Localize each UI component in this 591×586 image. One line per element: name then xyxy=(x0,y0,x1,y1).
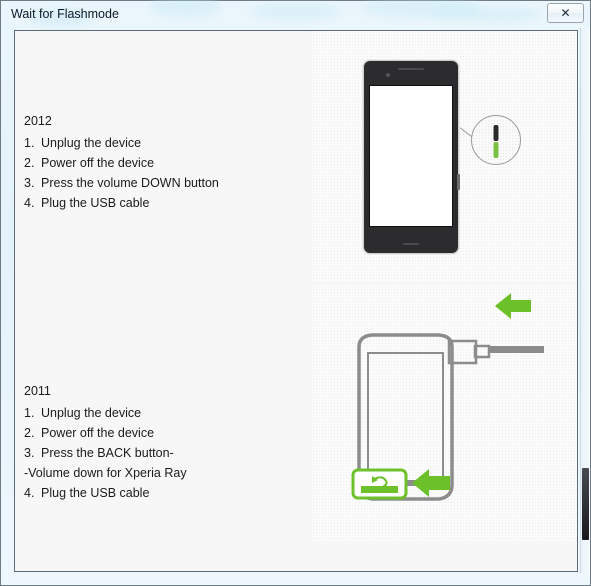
instructions-2011: 2011 1. Unplug the device 2. Power off the… xyxy=(24,381,187,503)
step-text: Plug the USB cable xyxy=(41,196,150,210)
list-item: 2. Power off the device xyxy=(24,423,187,443)
list-item: 1. Unplug the device xyxy=(24,133,219,153)
illustration-2012-volume-down xyxy=(312,31,577,281)
volume-rocker-key xyxy=(457,174,460,190)
phone-usb-back-diagram xyxy=(351,293,544,501)
usb-cable-icon xyxy=(447,339,544,365)
step-number: 1. xyxy=(24,136,35,150)
instructions-2012: 2012 1. Unplug the device 2. Power off the… xyxy=(24,111,219,213)
title-bar: Wait for Flashmode ✕ xyxy=(1,0,591,28)
step-text: Plug the USB cable xyxy=(41,486,150,500)
year-label-2011: 2011 xyxy=(24,384,51,398)
list-item: 3. Press the BACK button- xyxy=(24,443,187,463)
list-item: 2. Power off the device xyxy=(24,153,219,173)
step-number: 3. xyxy=(24,176,35,190)
arrow-left-usb-icon xyxy=(495,293,531,319)
volume-down-segment-icon xyxy=(493,142,499,158)
close-button[interactable]: ✕ xyxy=(547,3,584,23)
step-text: Unplug the device xyxy=(41,406,142,420)
steps-list-2011: 1. Unplug the device 2. Power off the devi… xyxy=(24,403,187,503)
step-number: 3. xyxy=(24,446,35,460)
phone-device-illustration xyxy=(363,60,460,254)
scrollbar-thumb[interactable] xyxy=(582,468,589,540)
vertical-scrollbar[interactable] xyxy=(580,28,590,573)
phone-bottom-marking xyxy=(403,243,419,245)
year-label-2012: 2012 xyxy=(24,114,52,128)
step-number: 2. xyxy=(24,426,35,440)
list-item: 3. Press the volume DOWN button xyxy=(24,173,219,193)
illustration-2011-back-button xyxy=(312,285,577,541)
back-button-callout xyxy=(351,468,408,500)
step-note: -Volume down for Xperia Ray xyxy=(24,466,187,480)
step-number: 4. xyxy=(24,486,35,500)
step-text: Press the BACK button- xyxy=(41,446,174,460)
earpiece-speaker-icon xyxy=(398,68,424,70)
arrow-left-back-button-icon xyxy=(412,469,450,497)
content-panel: 2012 1. Unplug the device 2. Power off the… xyxy=(14,30,578,572)
phone-screen xyxy=(369,85,453,227)
close-icon: ✕ xyxy=(560,6,571,20)
volume-key-magnifier xyxy=(471,115,521,165)
front-camera-icon xyxy=(386,73,390,77)
list-item: 4. Plug the USB cable xyxy=(24,483,187,503)
dialog-window: Wait for Flashmode ✕ 2012 1. Unplug the d… xyxy=(0,0,591,586)
step-text: Unplug the device xyxy=(41,136,142,150)
list-item: 4. Plug the USB cable xyxy=(24,193,219,213)
step-text: Power off the device xyxy=(41,156,155,170)
volume-up-segment-icon xyxy=(493,125,499,141)
list-item: 1. Unplug the device xyxy=(24,403,187,423)
step-number: 4. xyxy=(24,196,35,210)
step-text: Press the volume DOWN button xyxy=(41,176,219,190)
step-number: 2. xyxy=(24,156,35,170)
window-title: Wait for Flashmode xyxy=(11,7,119,21)
steps-list-2012: 1. Unplug the device 2. Power off the devi… xyxy=(24,133,219,213)
step-number: 1. xyxy=(24,406,35,420)
step-text: Power off the device xyxy=(41,426,155,440)
